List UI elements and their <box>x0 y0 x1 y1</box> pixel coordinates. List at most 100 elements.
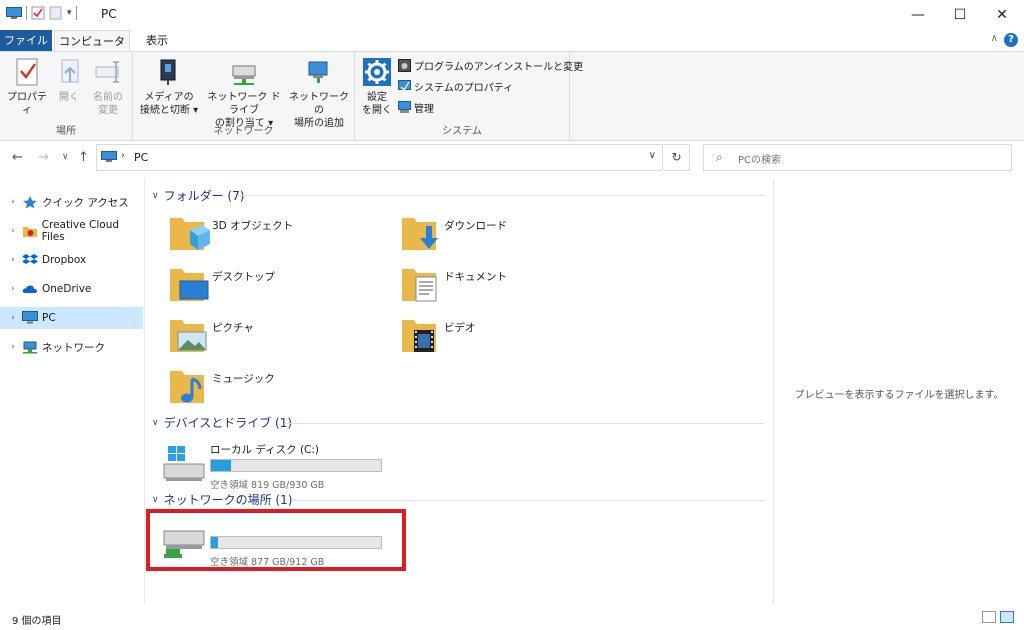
details-view-icon[interactable] <box>982 611 996 623</box>
expand-chevron-icon[interactable]: › <box>6 284 20 294</box>
windows-drive-icon <box>163 446 205 481</box>
pc-icon <box>6 6 22 19</box>
creative-cloud-icon <box>22 224 38 238</box>
tiles-view-icon[interactable] <box>1000 611 1014 623</box>
up-arrow-icon[interactable]: ↑ <box>78 150 89 165</box>
divider <box>75 6 77 20</box>
group-label: ネットワーク <box>213 126 274 137</box>
folder-desktop[interactable]: デスクトップ <box>168 263 368 313</box>
downloads-folder-icon <box>402 218 438 250</box>
ribbon-tabs: ファイル コンピューター 表示 ∧ ? <box>0 30 1024 69</box>
ribbon-group-network: メディアの 接続と切断 ▾ ネットワーク ドライブ の割り当て ▾ ネットワーク… <box>133 52 355 140</box>
tab-computer[interactable]: コンピューター <box>54 30 130 69</box>
new-folder-icon[interactable] <box>49 6 63 20</box>
customize-qa-dropdown-icon[interactable]: ▾ <box>67 8 72 18</box>
address-bar[interactable]: › PC ∨ <box>96 144 663 171</box>
divider <box>284 423 765 424</box>
help-icon[interactable]: ? <box>1004 33 1018 47</box>
collapse-chevron-icon[interactable]: ∨ <box>152 495 159 505</box>
properties-button[interactable]: プロパティ <box>4 56 50 117</box>
uninstall-program-button[interactable]: プログラムのアンインストールと変更 <box>398 58 583 73</box>
back-arrow-icon[interactable]: ← <box>12 150 23 165</box>
search-placeholder: PCの検索 <box>738 155 782 166</box>
maximize-button[interactable]: ☐ <box>937 0 983 30</box>
item-count: 9 個の項目 <box>12 616 62 627</box>
pc-icon <box>101 151 117 162</box>
local-disk-c[interactable]: ローカル ディスク (C:) 空き領域 819 GB/930 GB <box>146 440 386 491</box>
system-properties-icon <box>398 80 411 92</box>
tab-view[interactable]: 表示 <box>136 30 178 51</box>
videos-folder-icon <box>402 320 436 352</box>
properties-icon <box>11 56 43 88</box>
expand-chevron-icon[interactable]: › <box>6 226 20 236</box>
3d-objects-folder-icon <box>170 218 210 250</box>
folder-music[interactable]: ミュージック <box>168 365 368 415</box>
desktop-folder-icon <box>170 269 209 301</box>
close-button[interactable]: ✕ <box>979 0 1024 30</box>
highlight-box <box>146 509 406 571</box>
group-label: 場所 <box>56 126 76 137</box>
nav-item-dropbox[interactable]: › Dropbox <box>0 249 143 271</box>
address-dropdown-icon[interactable]: ∨ <box>649 150 656 161</box>
expand-chevron-icon[interactable]: › <box>6 197 20 207</box>
dropbox-icon <box>22 253 38 267</box>
breadcrumb-separator-icon[interactable]: › <box>121 150 125 161</box>
section-header-folders[interactable]: ∨ フォルダー (7) <box>152 187 244 204</box>
quick-access-toolbar: ▾ <box>6 6 77 20</box>
pictures-folder-icon <box>170 320 207 352</box>
preview-pane: プレビューを表示するファイルを選択します。 <box>773 178 1024 604</box>
recent-locations-icon[interactable]: ∨ <box>62 152 69 162</box>
status-bar: 9 個の項目 <box>0 606 1024 630</box>
folder-documents[interactable]: ドキュメント <box>400 263 600 313</box>
nav-item-pc[interactable]: › PC <box>0 307 143 329</box>
add-network-location-button[interactable]: ネットワークの 場所の追加 <box>287 56 351 130</box>
folder-pictures[interactable]: ピクチャ <box>168 314 368 364</box>
title-bar: ▾ PC — ☐ ✕ <box>0 0 1024 30</box>
star-icon <box>22 195 38 209</box>
onedrive-cloud-icon <box>22 282 38 296</box>
nav-item-network[interactable]: › ネットワーク <box>0 336 143 358</box>
nav-item-creative-cloud[interactable]: › Creative Cloud Files <box>0 219 143 243</box>
manage-icon <box>398 101 411 113</box>
folder-3d-objects[interactable]: 3D オブジェクト <box>168 212 368 262</box>
open-button[interactable]: 開く <box>54 56 84 104</box>
forward-arrow-icon[interactable]: → <box>38 150 49 165</box>
rename-button[interactable]: 名前の 変更 <box>88 56 128 117</box>
network-icon <box>22 340 38 354</box>
open-settings-button[interactable]: 設定 を開く <box>359 56 395 117</box>
group-label: システム <box>442 126 482 137</box>
uninstall-icon <box>398 59 411 72</box>
section-header-devices[interactable]: ∨ デバイスとドライブ (1) <box>152 414 292 431</box>
folder-videos[interactable]: ビデオ <box>400 314 600 364</box>
search-input[interactable]: ⌕ PCの検索 <box>703 144 1012 171</box>
expand-chevron-icon[interactable]: › <box>6 313 20 323</box>
section-header-network-locations[interactable]: ∨ ネットワークの場所 (1) <box>152 491 292 508</box>
tab-file[interactable]: ファイル <box>0 30 52 51</box>
nav-item-quick-access[interactable]: › クイック アクセス <box>0 191 143 213</box>
ribbon: プロパティ 開く 名前の 変更 場所 メディアの 接続と切断 ▾ ネットワーク … <box>0 51 1024 141</box>
search-icon: ⌕ <box>716 150 723 164</box>
collapse-ribbon-icon[interactable]: ∧ <box>991 33 998 44</box>
system-properties-button[interactable]: システムのプロパティ <box>398 79 513 94</box>
collapse-chevron-icon[interactable]: ∨ <box>152 191 159 201</box>
folder-downloads[interactable]: ダウンロード <box>400 212 600 262</box>
map-network-drive-button[interactable]: ネットワーク ドライブ の割り当て ▾ <box>203 56 285 130</box>
minimize-button[interactable]: — <box>895 0 941 30</box>
gear-icon <box>361 56 393 88</box>
expand-chevron-icon[interactable]: › <box>6 255 20 265</box>
window-title: PC <box>101 7 117 21</box>
manage-button[interactable]: 管理 <box>398 100 434 115</box>
properties-check-icon[interactable] <box>31 6 45 20</box>
collapse-chevron-icon[interactable]: ∨ <box>152 418 159 428</box>
breadcrumb[interactable]: PC <box>134 151 148 164</box>
pc-icon <box>22 311 38 325</box>
rename-icon <box>92 56 124 88</box>
nav-item-onedrive[interactable]: › OneDrive <box>0 278 143 300</box>
open-icon <box>54 56 86 88</box>
preview-message: プレビューを表示するファイルを選択します。 <box>794 390 1004 401</box>
refresh-button[interactable]: ↻ <box>664 144 690 171</box>
expand-chevron-icon[interactable]: › <box>6 342 20 352</box>
divider <box>26 6 27 20</box>
media-connect-button[interactable]: メディアの 接続と切断 ▾ <box>137 56 201 117</box>
divider <box>238 195 765 196</box>
